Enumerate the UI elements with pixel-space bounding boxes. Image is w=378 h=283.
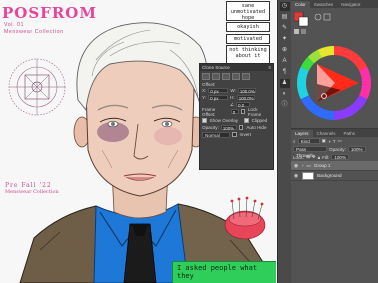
clone-source-panel[interactable]: Clone Source ≡ Offset: X: 0 px W: 100.0%… (199, 63, 274, 170)
history-icon[interactable]: ◷ (279, 2, 290, 11)
layer-row-background[interactable]: ◉ Background (291, 171, 378, 181)
lock-frame-label: Lock Frame (247, 106, 262, 117)
clone-source-slot-4[interactable] (232, 72, 240, 80)
filter-type-icon[interactable]: T (333, 139, 336, 144)
word-tag: sane unmotivated hope (226, 1, 270, 21)
tab-channels[interactable]: Channels (313, 130, 340, 137)
color-wheel[interactable] (295, 44, 373, 122)
offset-y-input[interactable]: 0 px (208, 94, 229, 101)
layer-filter-select[interactable]: Kind (297, 138, 320, 144)
width-scale-input[interactable]: 100.0% (237, 87, 256, 94)
show-overlay-checkbox[interactable] (202, 118, 207, 123)
filter-adjust-icon[interactable]: ◑ (328, 139, 331, 144)
x-label: X: (202, 88, 207, 93)
visibility-eye-icon[interactable]: ◉ (293, 163, 299, 169)
w-label: W: (230, 88, 236, 93)
brushes-icon[interactable]: ✦ (280, 35, 290, 44)
opacity-label: Opacity: (202, 125, 219, 130)
brush-settings-icon[interactable]: ✎ (280, 24, 290, 33)
clipped-label: Clipped (251, 118, 268, 123)
tab-layers[interactable]: Layers (291, 130, 313, 137)
angle-icon: ∠ (230, 101, 235, 107)
panel-icon-strip: ◷ ▤ ✎ ✦ ⊕ A ¶ ♟ ◐ ⓘ (277, 0, 291, 283)
layer-name: Background (317, 173, 342, 178)
lock-all-icon[interactable]: 🔒︎ (318, 155, 320, 160)
offset-x-input[interactable]: 0 px (208, 87, 229, 94)
color-panel: Color Swatches Navigator (291, 0, 378, 126)
filter-search-icon: ⌕ (293, 138, 296, 144)
overlay-opacity-input[interactable]: 100% (220, 124, 237, 131)
invert-checkbox[interactable] (232, 132, 237, 137)
word-tag: not thinking about it (226, 45, 270, 65)
offset-label: Offset: (202, 81, 216, 87)
clone-source-slot-5[interactable] (242, 72, 250, 80)
overlay-blend-select[interactable]: Normal (202, 131, 230, 138)
collection-subtitle: Menswear Collection (4, 29, 64, 35)
invert-label: Invert (239, 132, 252, 137)
clone-source-title: Clone Source (202, 65, 230, 70)
lock-label: Lock: (293, 154, 304, 160)
pin-cushion-doodle (224, 196, 266, 240)
properties-icon[interactable]: ▤ (280, 13, 290, 22)
adjustments-icon[interactable]: ◐ (280, 90, 290, 99)
tab-color[interactable]: Color (291, 1, 310, 8)
visibility-eye-icon[interactable]: ◉ (293, 173, 299, 179)
season-label: Pre Fall '22 (5, 182, 52, 189)
layers-panel-tabs: Layers Channels Paths (291, 129, 378, 137)
frame-offset-label: Frame Offset: (202, 106, 216, 117)
document-canvas[interactable]: POSFROM Vol. 01 Menswear Collection Pre … (0, 0, 276, 283)
lock-position-icon[interactable]: ✥ (312, 154, 316, 160)
layer-row-group[interactable]: ◉ › ▭ Group 1 (291, 161, 378, 171)
right-panel-dock: Color Swatches Navigator Layers Channels… (291, 0, 378, 283)
clone-source-slot-1[interactable] (202, 72, 210, 80)
layer-blend-mode-select[interactable]: Pass Through (293, 146, 327, 158)
folder-icon: ▭ (306, 162, 311, 168)
paragraph-icon[interactable]: ¶ (280, 68, 290, 77)
show-overlay-label: Show Overlay (209, 118, 239, 123)
layer-thumbnail (302, 171, 314, 180)
clone-source-header[interactable]: Clone Source ≡ (200, 64, 273, 71)
layer-opacity-input[interactable]: 100% (347, 146, 366, 152)
tab-navigator[interactable]: Navigator (337, 1, 364, 8)
layer-opacity-label: Opacity: (329, 146, 346, 152)
auto-hide-label: Auto Hide (246, 125, 267, 130)
fill-label: Fill: (322, 154, 330, 160)
lock-pixels-icon[interactable]: ⊞ (306, 154, 310, 160)
filter-pixel-icon[interactable]: ▣ (322, 138, 326, 144)
auto-hide-checkbox[interactable] (238, 125, 244, 130)
y-label: Y: (202, 95, 207, 100)
filter-shape-icon[interactable]: ▭ (338, 138, 342, 144)
clone-source-icon[interactable]: ⊕ (280, 46, 290, 55)
brand-title: POSFROM (2, 4, 97, 22)
layers-panel: Layers Channels Paths ⌕ Kind ▣ ◑ T ▭ Pas… (291, 128, 378, 283)
lock-frame-checkbox[interactable] (240, 109, 245, 114)
clone-source-slot-3[interactable] (222, 72, 230, 80)
quote-note: I asked people what they (172, 261, 276, 283)
layer-name: Group 1 (313, 163, 331, 168)
clipped-checkbox[interactable] (244, 118, 249, 123)
height-scale-input[interactable]: 100.0% (236, 94, 255, 101)
brand-subtitle: Vol. 01 (4, 22, 25, 28)
layer-fill-input[interactable]: 100% (331, 154, 350, 160)
clone-source-slot-2[interactable] (212, 72, 220, 80)
character-icon[interactable]: A (280, 57, 290, 66)
tab-paths[interactable]: Paths (340, 130, 360, 137)
h-label: H: (230, 95, 235, 100)
word-tag: okayish (226, 22, 270, 32)
info-icon[interactable]: ⓘ (280, 101, 290, 110)
word-tag: motivated (226, 34, 270, 44)
color-panel-tabs: Color Swatches Navigator (291, 0, 378, 8)
mandala-emblem-icon (8, 58, 66, 116)
tab-swatches[interactable]: Swatches (310, 1, 338, 8)
person-icon[interactable]: ♟ (279, 79, 290, 88)
background-swatch-icon (298, 16, 309, 27)
color-mode-icons (294, 12, 331, 34)
disclosure-arrow-icon[interactable]: › (302, 163, 304, 168)
season-sublabel: Menswear Collection (5, 189, 59, 195)
frame-offset-input[interactable]: 0 (230, 108, 239, 115)
panel-menu-icon[interactable]: ≡ (268, 65, 271, 70)
